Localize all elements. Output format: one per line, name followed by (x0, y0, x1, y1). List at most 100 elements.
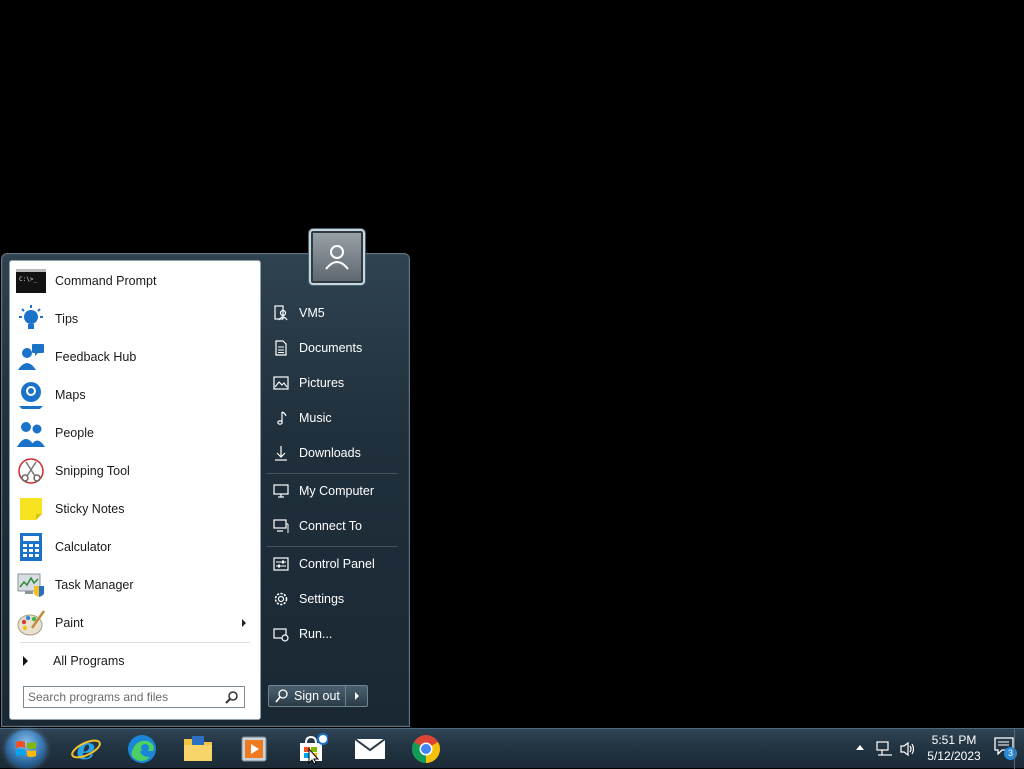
program-tips[interactable]: Tips (12, 301, 258, 337)
taskbar-file-explorer[interactable] (172, 731, 224, 767)
program-label: Feedback Hub (55, 350, 137, 364)
music-icon (271, 408, 291, 428)
taskbar-chrome[interactable] (400, 731, 452, 767)
right-item-documents[interactable]: Documents (266, 333, 400, 363)
taskbar-edge[interactable] (116, 731, 168, 767)
right-item-user-folder[interactable]: VM5 (266, 298, 400, 328)
right-item-pictures[interactable]: Pictures (266, 368, 400, 398)
connect-to-icon (271, 516, 291, 536)
clock[interactable]: 5:51 PM 5/12/2023 (920, 732, 988, 764)
search-input[interactable] (24, 688, 223, 706)
right-item-label: Connect To (299, 519, 363, 533)
documents-icon (271, 338, 291, 358)
volume-icon[interactable] (899, 741, 917, 757)
program-label: Paint (55, 616, 84, 630)
run-icon (271, 624, 291, 644)
internet-explorer-icon: e (71, 733, 101, 765)
user-folder-icon (271, 303, 291, 323)
sign-out-icon (273, 687, 291, 705)
program-label: Task Manager (55, 578, 134, 592)
system-tray: 5:51 PM 5/12/2023 3 (824, 729, 1024, 769)
sign-out-label: Sign out (294, 689, 340, 703)
taskbar-mail[interactable] (344, 731, 396, 767)
all-programs-button[interactable]: All Programs (12, 649, 258, 673)
calculator-icon (15, 531, 47, 563)
program-label: People (55, 426, 94, 440)
program-label: Snipping Tool (55, 464, 130, 478)
right-item-music[interactable]: Music (266, 403, 400, 433)
maps-icon (15, 379, 47, 411)
sign-out-group: Sign out (268, 685, 368, 707)
network-icon[interactable] (876, 741, 894, 757)
task-manager-icon (15, 569, 47, 601)
search-box[interactable] (23, 686, 245, 708)
show-desktop-button[interactable] (1014, 729, 1024, 769)
program-people[interactable]: People (12, 415, 258, 451)
right-item-downloads[interactable]: Downloads (266, 438, 400, 468)
program-label: Maps (55, 388, 86, 402)
divider (266, 546, 398, 547)
program-feedback-hub[interactable]: Feedback Hub (12, 339, 258, 375)
taskbar: e 5:51 PM 5/12/2023 3 (0, 728, 1024, 769)
right-item-label: Music (299, 411, 332, 425)
right-item-label: Control Panel (299, 557, 375, 571)
program-snipping-tool[interactable]: Snipping Tool (12, 453, 258, 489)
right-item-run[interactable]: Run... (266, 619, 400, 649)
clock-time: 5:51 PM (931, 733, 977, 747)
divider (266, 473, 398, 474)
right-item-control-panel[interactable]: Control Panel (266, 549, 400, 579)
downloads-icon (271, 443, 291, 463)
programs-pane: C:\>_ Command Prompt Tips Feedback Hub M… (9, 260, 261, 720)
program-task-manager[interactable]: Task Manager (12, 567, 258, 603)
right-item-label: My Computer (299, 484, 375, 498)
shutdown-options-button[interactable] (346, 685, 368, 707)
windows-logo-icon (16, 741, 36, 757)
pictures-icon (271, 373, 291, 393)
right-item-label: Documents (299, 341, 363, 355)
taskbar-store[interactable] (286, 731, 338, 767)
submenu-arrow-icon (242, 619, 246, 627)
divider (20, 642, 250, 643)
program-label: Command Prompt (55, 274, 157, 288)
program-label: Tips (55, 312, 79, 326)
sticky-notes-icon (15, 493, 47, 525)
search-icon[interactable] (223, 688, 241, 706)
right-item-settings[interactable]: Settings (266, 584, 400, 614)
all-programs-label: All Programs (53, 654, 125, 668)
sign-out-button[interactable]: Sign out (268, 685, 346, 707)
taskbar-internet-explorer[interactable]: e (60, 731, 112, 767)
computer-icon (271, 481, 291, 501)
program-maps[interactable]: Maps (12, 377, 258, 413)
program-sticky-notes[interactable]: Sticky Notes (12, 491, 258, 527)
program-command-prompt[interactable]: C:\>_ Command Prompt (12, 263, 258, 299)
start-menu: C:\>_ Command Prompt Tips Feedback Hub M… (1, 229, 410, 727)
program-calculator[interactable]: Calculator (12, 529, 258, 565)
show-hidden-icons-icon[interactable] (856, 745, 864, 750)
right-item-label: VM5 (299, 306, 325, 320)
start-button[interactable] (6, 730, 46, 768)
program-label: Calculator (55, 540, 112, 554)
right-item-label: Run... (299, 627, 333, 641)
right-item-connect-to[interactable]: Connect To (266, 511, 400, 541)
tips-icon (15, 303, 47, 335)
program-paint[interactable]: Paint (12, 605, 258, 641)
program-label: Sticky Notes (55, 502, 125, 516)
media-player-icon (241, 736, 267, 762)
snipping-tool-icon (15, 455, 47, 487)
paint-icon (15, 607, 47, 639)
settings-gear-icon (271, 589, 291, 609)
chrome-icon (412, 735, 440, 763)
edge-icon (128, 735, 156, 763)
taskbar-media-player[interactable] (228, 731, 280, 767)
arrow-right-icon (354, 692, 359, 700)
right-item-label: Pictures (299, 376, 345, 390)
right-item-my-computer[interactable]: My Computer (266, 476, 400, 506)
user-picture[interactable] (309, 229, 365, 285)
mail-icon (354, 738, 386, 759)
right-item-label: Settings (299, 592, 345, 606)
arrow-right-icon (23, 656, 28, 666)
people-icon (15, 417, 47, 449)
control-panel-icon (271, 554, 291, 574)
store-icon (300, 733, 328, 765)
user-avatar-icon (325, 245, 349, 270)
